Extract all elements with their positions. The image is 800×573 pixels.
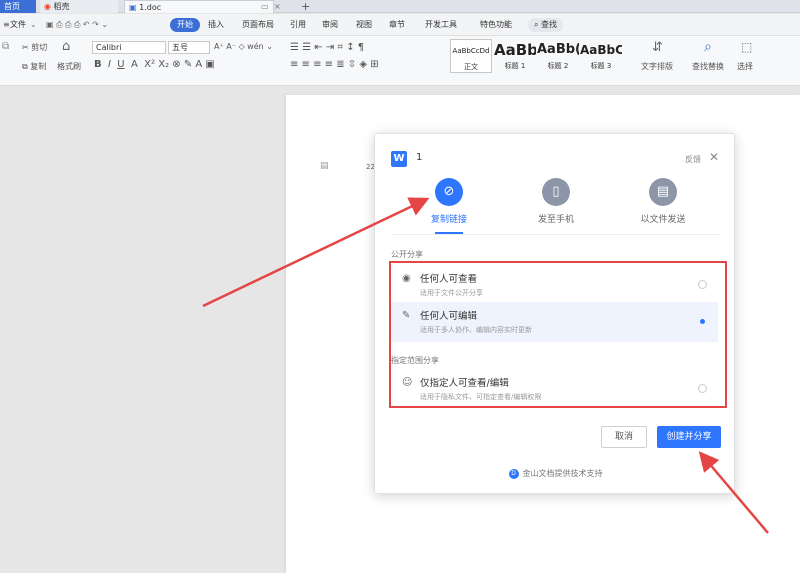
annotation-arrows: [202, 197, 769, 534]
annotation-arrow-create-button: [698, 451, 769, 534]
annotation-arrow-copy-link: [202, 197, 430, 308]
